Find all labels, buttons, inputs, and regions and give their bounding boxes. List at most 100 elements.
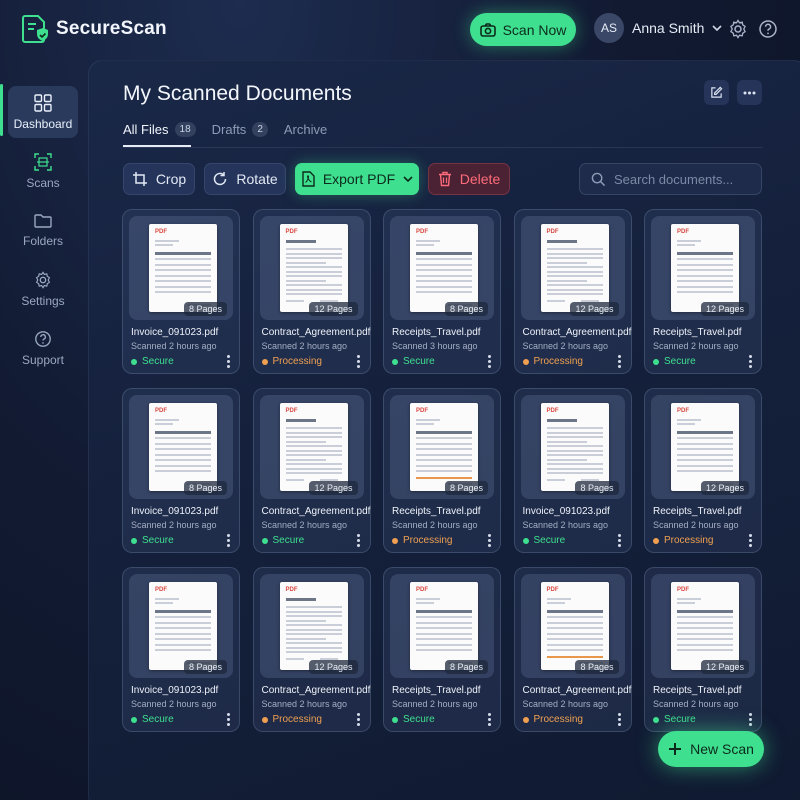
document-thumbnail[interactable]: PDF 12 Pages bbox=[651, 574, 755, 678]
status-label: Processing bbox=[533, 714, 583, 725]
preview-text-line bbox=[677, 632, 733, 635]
gear-icon[interactable] bbox=[728, 19, 748, 39]
new-scan-button[interactable]: New Scan bbox=[658, 731, 764, 767]
sidebar-item-dashboard[interactable]: Dashboard bbox=[8, 86, 78, 138]
scan-now-button[interactable]: Scan Now bbox=[470, 13, 576, 46]
preview-text-line bbox=[285, 257, 342, 259]
more-vertical-icon[interactable] bbox=[484, 353, 494, 369]
preview-text-line bbox=[546, 638, 603, 640]
sidebar-item-settings[interactable]: Settings bbox=[8, 263, 78, 315]
document-thumbnail[interactable]: PDF 8 Pages bbox=[390, 574, 494, 678]
search-input[interactable] bbox=[614, 171, 754, 187]
edit-button[interactable] bbox=[704, 80, 729, 105]
more-vertical-icon[interactable] bbox=[223, 532, 233, 548]
document-thumbnail[interactable]: PDF 8 Pages bbox=[520, 574, 625, 678]
tab-archive[interactable]: Archive bbox=[284, 122, 327, 137]
preview-text-line bbox=[677, 280, 733, 282]
more-vertical-icon[interactable] bbox=[615, 711, 625, 727]
pdf-label-icon: PDF bbox=[155, 408, 167, 414]
document-thumbnail[interactable]: PDF 12 Pages bbox=[259, 395, 364, 499]
more-vertical-icon[interactable] bbox=[615, 353, 625, 369]
page-count-badge: 8 Pages bbox=[444, 660, 488, 674]
delete-label: Delete bbox=[459, 171, 501, 187]
preview-text-line bbox=[546, 458, 587, 461]
document-card[interactable]: PDF 8 Pages Invoice_091023.pdf Scanned 2 ho… bbox=[513, 388, 632, 553]
preview-text-line bbox=[546, 649, 603, 651]
crop-button[interactable]: Crop bbox=[123, 163, 195, 195]
document-card[interactable]: PDF 12 Pages Receipts_Travel.pdf Scanned 2 … bbox=[644, 567, 762, 732]
more-vertical-icon[interactable] bbox=[484, 532, 494, 548]
preview-text-line bbox=[155, 291, 211, 293]
document-page-preview: PDF bbox=[540, 224, 609, 312]
more-vertical-icon[interactable] bbox=[745, 532, 755, 548]
document-thumbnail[interactable]: PDF 12 Pages bbox=[651, 216, 755, 320]
scan-time: Scanned 2 hours ago bbox=[261, 341, 348, 351]
document-card[interactable]: PDF 8 Pages Invoice_091023.pdf Scanned 2 ho… bbox=[122, 388, 240, 553]
document-thumbnail[interactable]: PDF 8 Pages bbox=[129, 216, 233, 320]
export-pdf-button[interactable]: Export PDF bbox=[295, 163, 419, 195]
sidebar-item-support[interactable]: Support bbox=[8, 322, 78, 374]
pdf-label-icon: PDF bbox=[546, 587, 559, 593]
user-menu[interactable]: AS Anna Smith bbox=[594, 13, 722, 43]
tab-count-badge: 18 bbox=[174, 122, 196, 137]
preview-text-line bbox=[677, 602, 695, 604]
preview-text-line bbox=[416, 269, 472, 271]
more-vertical-icon[interactable] bbox=[484, 711, 494, 727]
tab-drafts[interactable]: Drafts 2 bbox=[212, 122, 268, 137]
document-card[interactable]: PDF 12 Pages Contract_Agreement.pdf Scanned… bbox=[513, 209, 632, 374]
document-thumbnail[interactable]: PDF 8 Pages bbox=[390, 395, 494, 499]
document-card[interactable]: PDF 12 Pages Receipts_Travel.pdf Scanned 2 … bbox=[644, 388, 762, 553]
preview-text-line bbox=[546, 621, 603, 624]
delete-button[interactable]: Delete bbox=[428, 163, 510, 195]
more-vertical-icon[interactable] bbox=[223, 711, 233, 727]
more-vertical-icon[interactable] bbox=[745, 711, 755, 727]
pdf-label-icon: PDF bbox=[285, 587, 298, 593]
document-card[interactable]: PDF 12 Pages Contract_Agreement.pdf Scanned… bbox=[252, 388, 371, 553]
document-thumbnail[interactable]: PDF 12 Pages bbox=[259, 216, 364, 320]
document-name: Contract_Agreement.pdf bbox=[261, 685, 371, 696]
brand[interactable]: SecureScan bbox=[22, 14, 167, 44]
document-card[interactable]: PDF 8 Pages Invoice_091023.pdf Scanned 2 ho… bbox=[122, 567, 240, 732]
more-vertical-icon[interactable] bbox=[354, 353, 364, 369]
preview-text-line bbox=[546, 463, 603, 465]
sidebar-item-folders[interactable]: Folders bbox=[8, 204, 78, 256]
search-box[interactable] bbox=[579, 163, 762, 195]
document-thumbnail[interactable]: PDF 12 Pages bbox=[520, 216, 625, 320]
status-label: Secure bbox=[403, 714, 435, 725]
document-card[interactable]: PDF 8 Pages Receipts_Travel.pdf Scanned 2 h… bbox=[383, 567, 501, 732]
more-vertical-icon[interactable] bbox=[223, 353, 233, 369]
status-label: Processing bbox=[272, 714, 322, 725]
more-vertical-icon[interactable] bbox=[354, 532, 364, 548]
more-vertical-icon[interactable] bbox=[354, 711, 364, 727]
preview-text-line bbox=[285, 606, 342, 608]
more-vertical-icon[interactable] bbox=[745, 353, 755, 369]
preview-text-line bbox=[155, 244, 173, 246]
document-card[interactable]: PDF 8 Pages Invoice_091023.pdf Scanned 2 ho… bbox=[122, 209, 240, 374]
sidebar-item-scans[interactable]: Scans bbox=[8, 145, 78, 197]
help-icon[interactable] bbox=[758, 19, 778, 39]
page-count-badge: 12 Pages bbox=[570, 302, 619, 316]
tab-all-files[interactable]: All Files 18 bbox=[123, 122, 196, 137]
document-thumbnail[interactable]: PDF 8 Pages bbox=[520, 395, 625, 499]
scan-time: Scanned 2 hours ago bbox=[522, 699, 609, 709]
preview-text-line bbox=[546, 616, 603, 618]
more-horizontal-icon bbox=[743, 91, 756, 94]
document-thumbnail[interactable]: PDF 8 Pages bbox=[129, 574, 233, 678]
more-options-button[interactable] bbox=[737, 80, 762, 105]
status-badge: Secure bbox=[522, 535, 565, 546]
document-thumbnail[interactable]: PDF 8 Pages bbox=[129, 395, 233, 499]
document-thumbnail[interactable]: PDF 12 Pages bbox=[651, 395, 755, 499]
page-count-badge: 8 Pages bbox=[444, 481, 488, 495]
document-card[interactable]: PDF 12 Pages Receipts_Travel.pdf Scanned 2 … bbox=[644, 209, 762, 374]
document-card[interactable]: PDF 8 Pages Contract_Agreement.pdf Scanned … bbox=[513, 567, 632, 732]
document-card[interactable]: PDF 12 Pages Contract_Agreement.pdf Scanned… bbox=[252, 567, 371, 732]
document-card[interactable]: PDF 12 Pages Contract_Agreement.pdf Scanned… bbox=[252, 209, 371, 374]
document-thumbnail[interactable]: PDF 8 Pages bbox=[390, 216, 494, 320]
document-card[interactable]: PDF 8 Pages Receipts_Travel.pdf Scanned 2 h… bbox=[383, 388, 501, 553]
document-card[interactable]: PDF 8 Pages Receipts_Travel.pdf Scanned 3 h… bbox=[383, 209, 501, 374]
more-vertical-icon[interactable] bbox=[615, 532, 625, 548]
document-thumbnail[interactable]: PDF 12 Pages bbox=[259, 574, 364, 678]
user-name: Anna Smith bbox=[632, 20, 705, 36]
document-name: Contract_Agreement.pdf bbox=[261, 506, 371, 517]
rotate-button[interactable]: Rotate bbox=[204, 163, 286, 195]
